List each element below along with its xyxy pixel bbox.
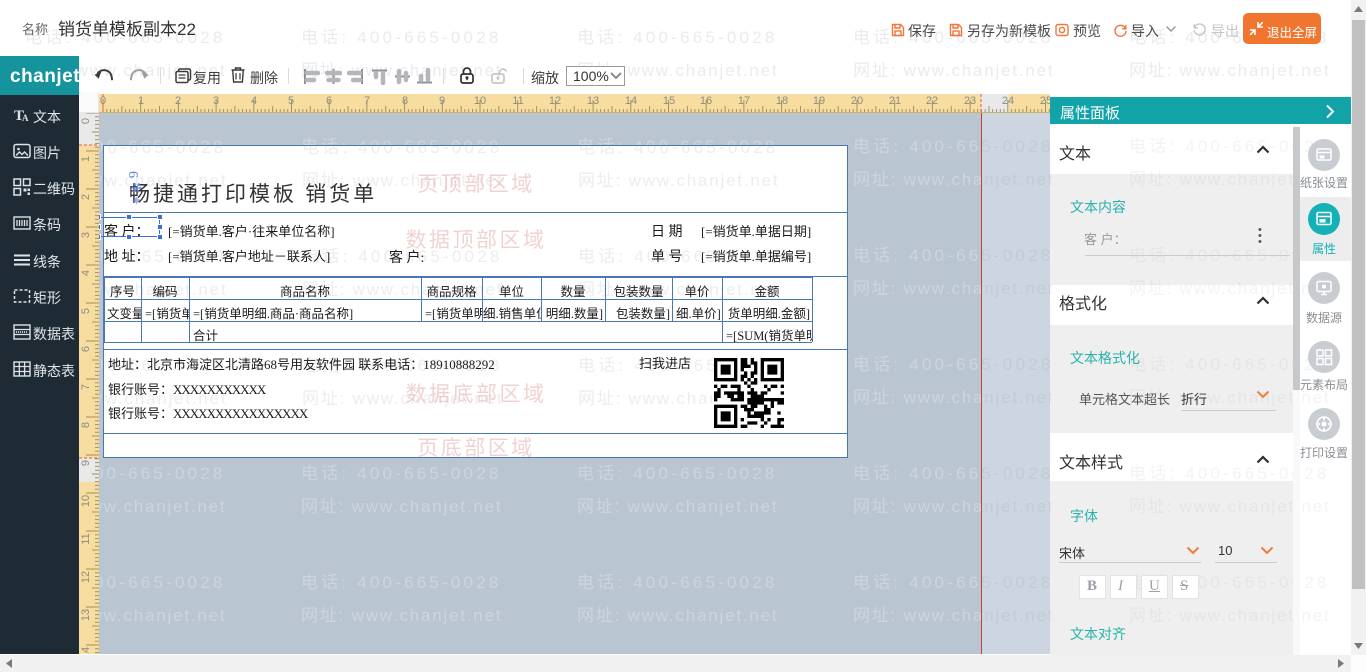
svg-text:11: 11 [512,95,523,107]
svg-text:25: 25 [1040,95,1050,107]
svg-text:2: 2 [80,194,92,200]
svg-text:7: 7 [364,95,370,107]
svg-text:12: 12 [80,571,92,583]
svg-text:14: 14 [625,95,637,107]
svg-text:14: 14 [80,647,92,654]
svg-text:9: 9 [439,95,445,107]
svg-text:9: 9 [80,460,92,466]
svg-text:2: 2 [175,95,181,107]
svg-text:A: A [22,113,29,123]
svg-text:13: 13 [80,609,92,621]
svg-text:11: 11 [80,533,92,544]
svg-text:5: 5 [80,308,92,314]
svg-text:13: 13 [587,95,599,107]
svg-text:23: 23 [964,95,976,107]
svg-text:5: 5 [288,95,294,107]
svg-text:4: 4 [251,95,257,107]
svg-text:24: 24 [1002,95,1014,107]
svg-text:6: 6 [80,346,92,352]
svg-text:10: 10 [474,95,486,107]
svg-text:16: 16 [700,95,712,107]
svg-text:20: 20 [851,95,863,107]
svg-text:17: 17 [738,95,750,107]
svg-text:1: 1 [80,156,92,162]
svg-text:4: 4 [80,270,92,276]
svg-text:7: 7 [80,384,92,390]
svg-text:22: 22 [926,95,938,107]
svg-text:1: 1 [138,95,144,107]
svg-text:12: 12 [549,95,561,107]
svg-text:15: 15 [663,95,675,107]
svg-text:18: 18 [776,95,788,107]
svg-text:10: 10 [80,495,92,507]
svg-text:0: 0 [80,118,92,124]
svg-text:3: 3 [213,95,219,107]
svg-text:8: 8 [402,95,408,107]
svg-text:3: 3 [80,232,92,238]
svg-text:6: 6 [326,95,332,107]
svg-text:8: 8 [80,422,92,428]
svg-text:19: 19 [813,95,825,107]
svg-text:21: 21 [889,95,901,107]
